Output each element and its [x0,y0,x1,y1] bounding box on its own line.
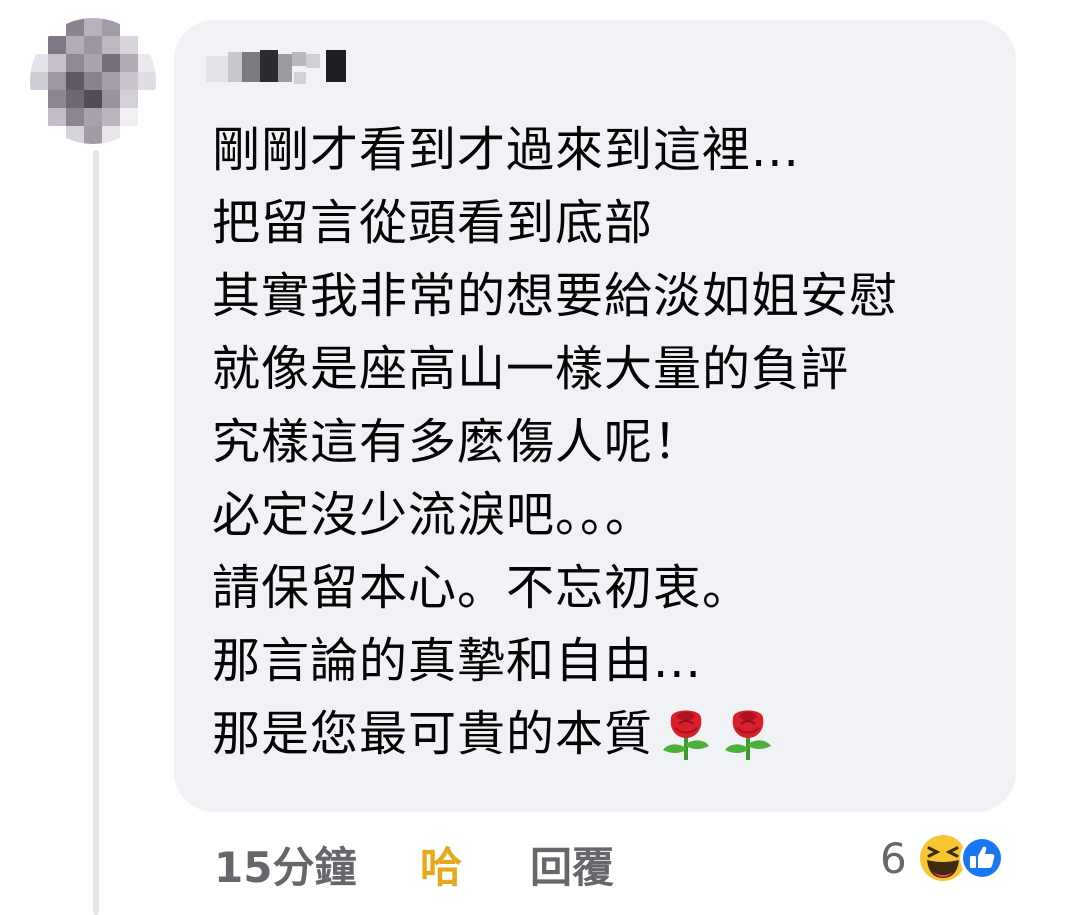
comment-line: 把留言從頭看到底部 [212,195,654,251]
comment-last-line: 那是您最可貴的本質 [212,698,898,771]
comment-line: 那是您最可貴的本質 [212,706,654,762]
comment-line: 那言論的真摯和自由... [212,633,702,689]
rose-icon [657,704,715,762]
comment-line: 究樣這有多麼傷人呢！ [212,414,703,470]
reaction-count: 6 [880,833,907,883]
comment-line: 必定沒少流淚吧。。。 [212,487,655,543]
reply-button[interactable]: 回覆 [530,834,614,895]
comment-line: 剛剛才看到才過來到這裡... [212,122,800,178]
rose-icon [719,704,777,762]
comment-line: 請保留本心。不忘初衷。 [212,560,752,616]
comment-line: 其實我非常的想要給淡如姐安慰 [212,268,899,324]
comment-timestamp[interactable]: 15分鐘 [214,834,356,895]
comment-body: 剛剛才看到才過來到這裡... 把留言從頭看到底部 其實我非常的想要給淡如姐安慰 … [212,114,898,771]
react-button[interactable]: 哈 [420,834,462,895]
like-icon [959,835,1005,881]
thread-connector-line [93,150,99,915]
avatar[interactable] [30,18,156,144]
comment-thread: 剛剛才看到才過來到這裡... 把留言從頭看到底部 其實我非常的想要給淡如姐安慰 … [0,0,1080,915]
reaction-summary[interactable]: 6 [880,828,1005,888]
author-name-redacted[interactable] [206,44,356,104]
comment-line: 就像是座高山一樣大量的負評 [212,341,850,397]
